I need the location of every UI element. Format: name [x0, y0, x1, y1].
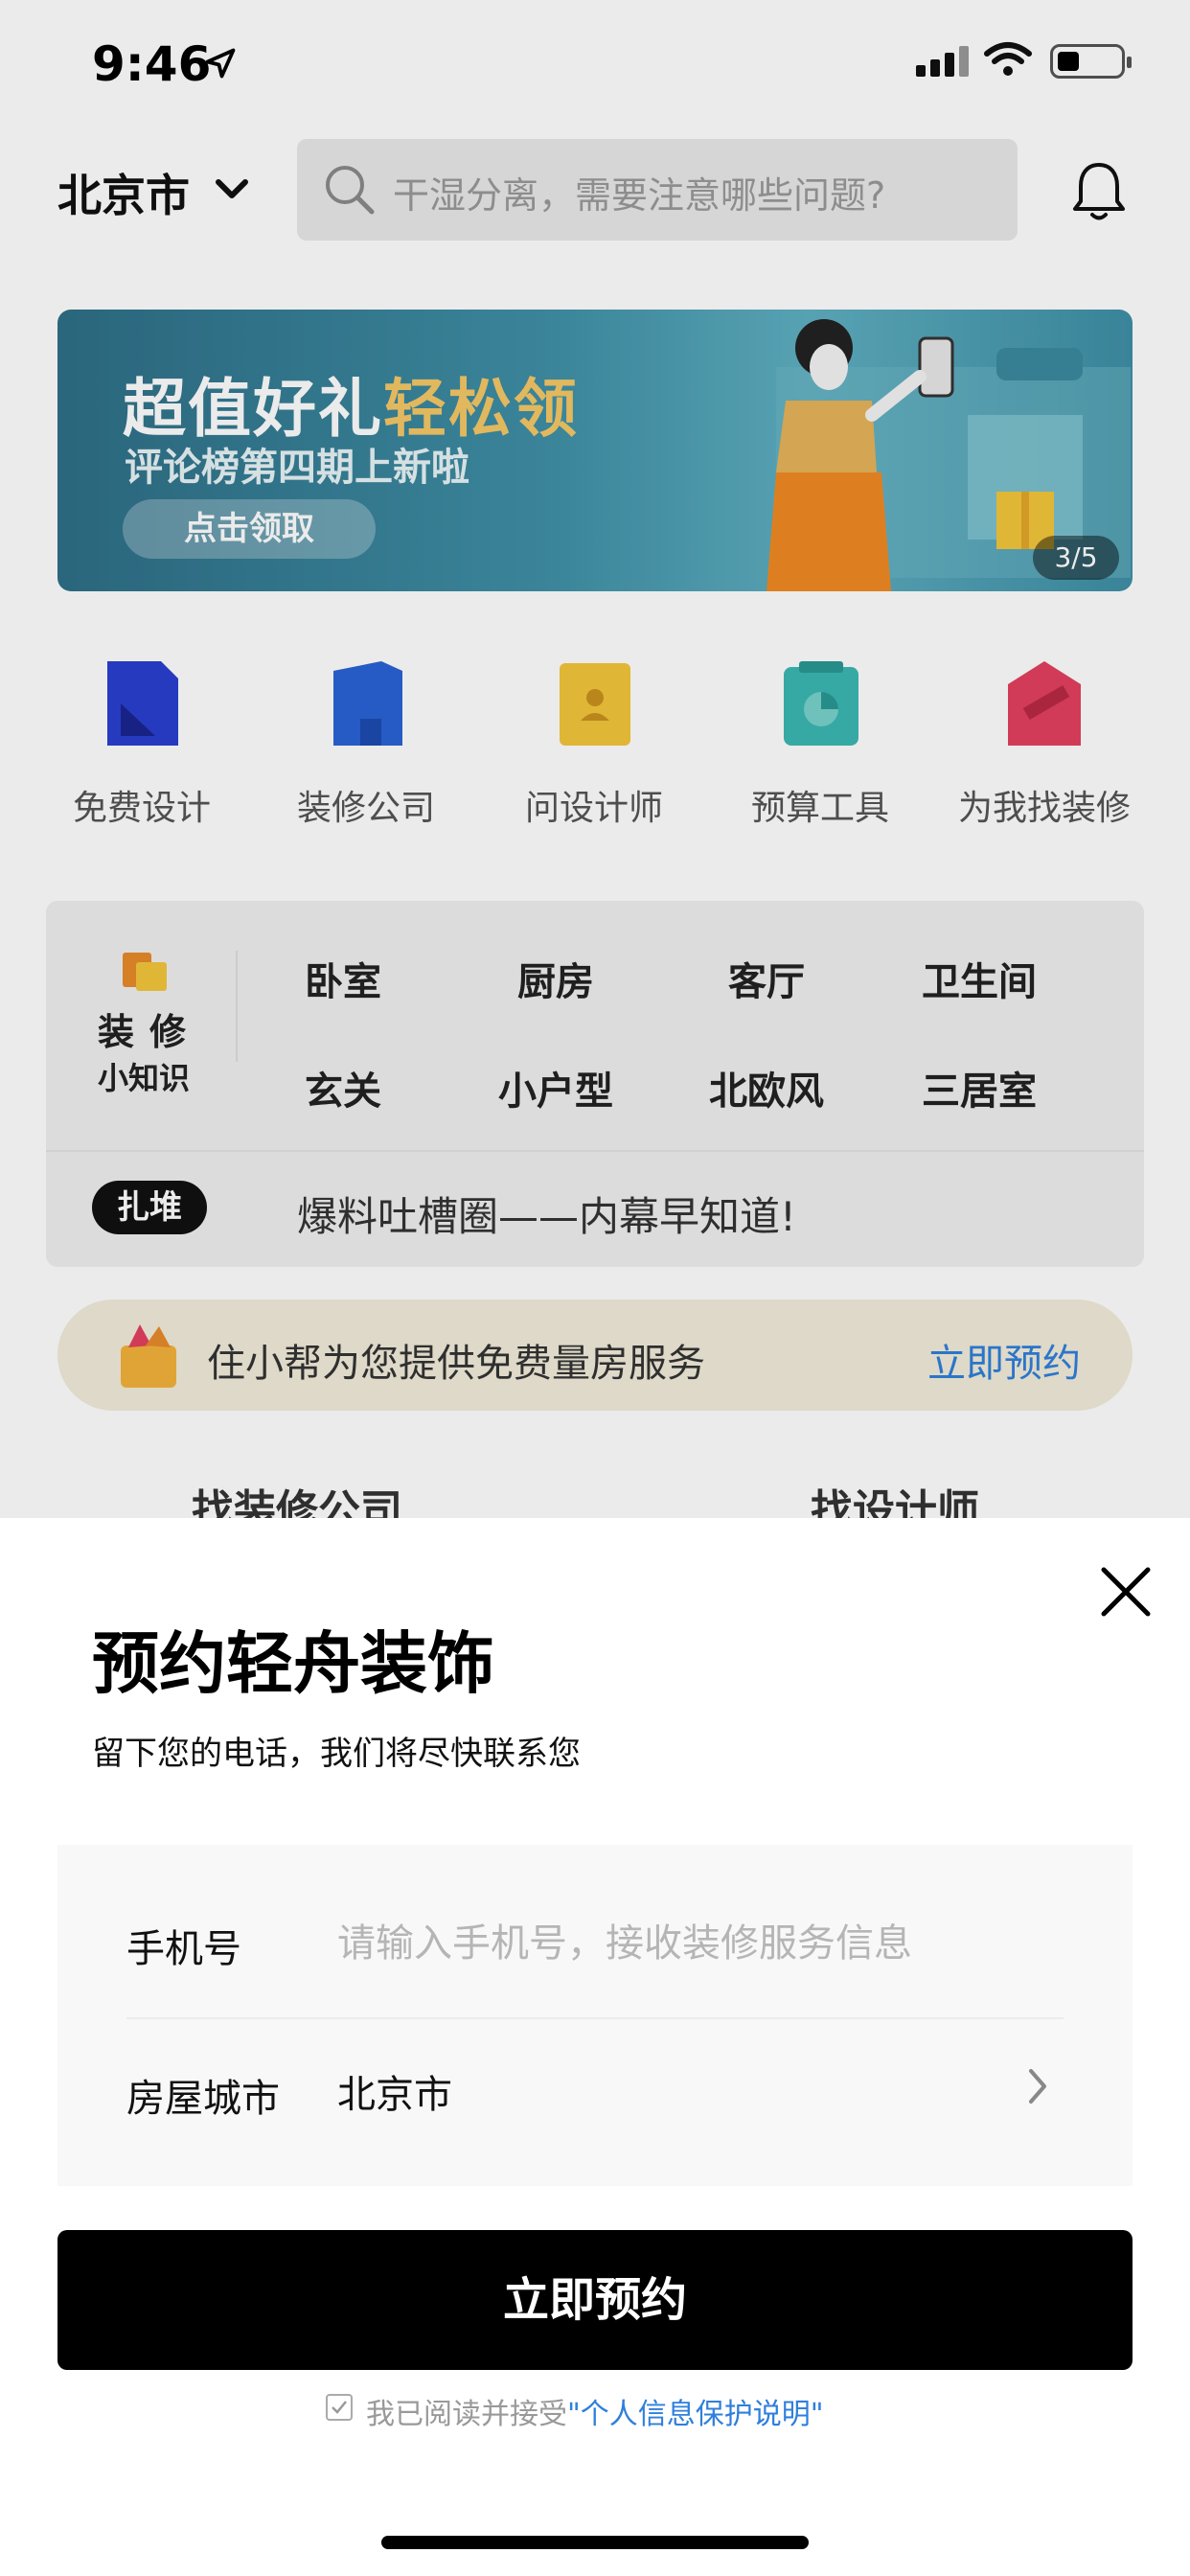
sheet-title: 预约轻舟装饰 [92, 1624, 494, 1703]
agree-text: 我已阅读并接受"个人信息保护说明" [366, 2398, 824, 2431]
phone-input[interactable]: 请输入手机号，接收装修服务信息 [337, 1912, 912, 1967]
booking-form: 手机号 请输入手机号，接收装修服务信息 房屋城市 北京市 [57, 1845, 1133, 2186]
chevron-right-icon[interactable] [1027, 2067, 1048, 2105]
sheet-subtitle: 留下您的电话，我们将尽快联系您 [92, 1735, 581, 1773]
close-icon[interactable] [1096, 1562, 1156, 1622]
modal-backdrop[interactable] [0, 0, 1190, 1518]
phone-label: 手机号 [126, 1927, 241, 1971]
city-value[interactable]: 北京市 [337, 2063, 452, 2119]
privacy-link[interactable]: "个人信息保护说明" [567, 2398, 824, 2431]
home-indicator[interactable] [381, 2536, 809, 2549]
submit-button[interactable]: 立即预约 [57, 2230, 1133, 2370]
agree-checkbox[interactable] [326, 2394, 353, 2421]
check-icon [332, 2401, 347, 2414]
city-label: 房屋城市 [126, 2077, 280, 2121]
form-divider [126, 2017, 1064, 2019]
